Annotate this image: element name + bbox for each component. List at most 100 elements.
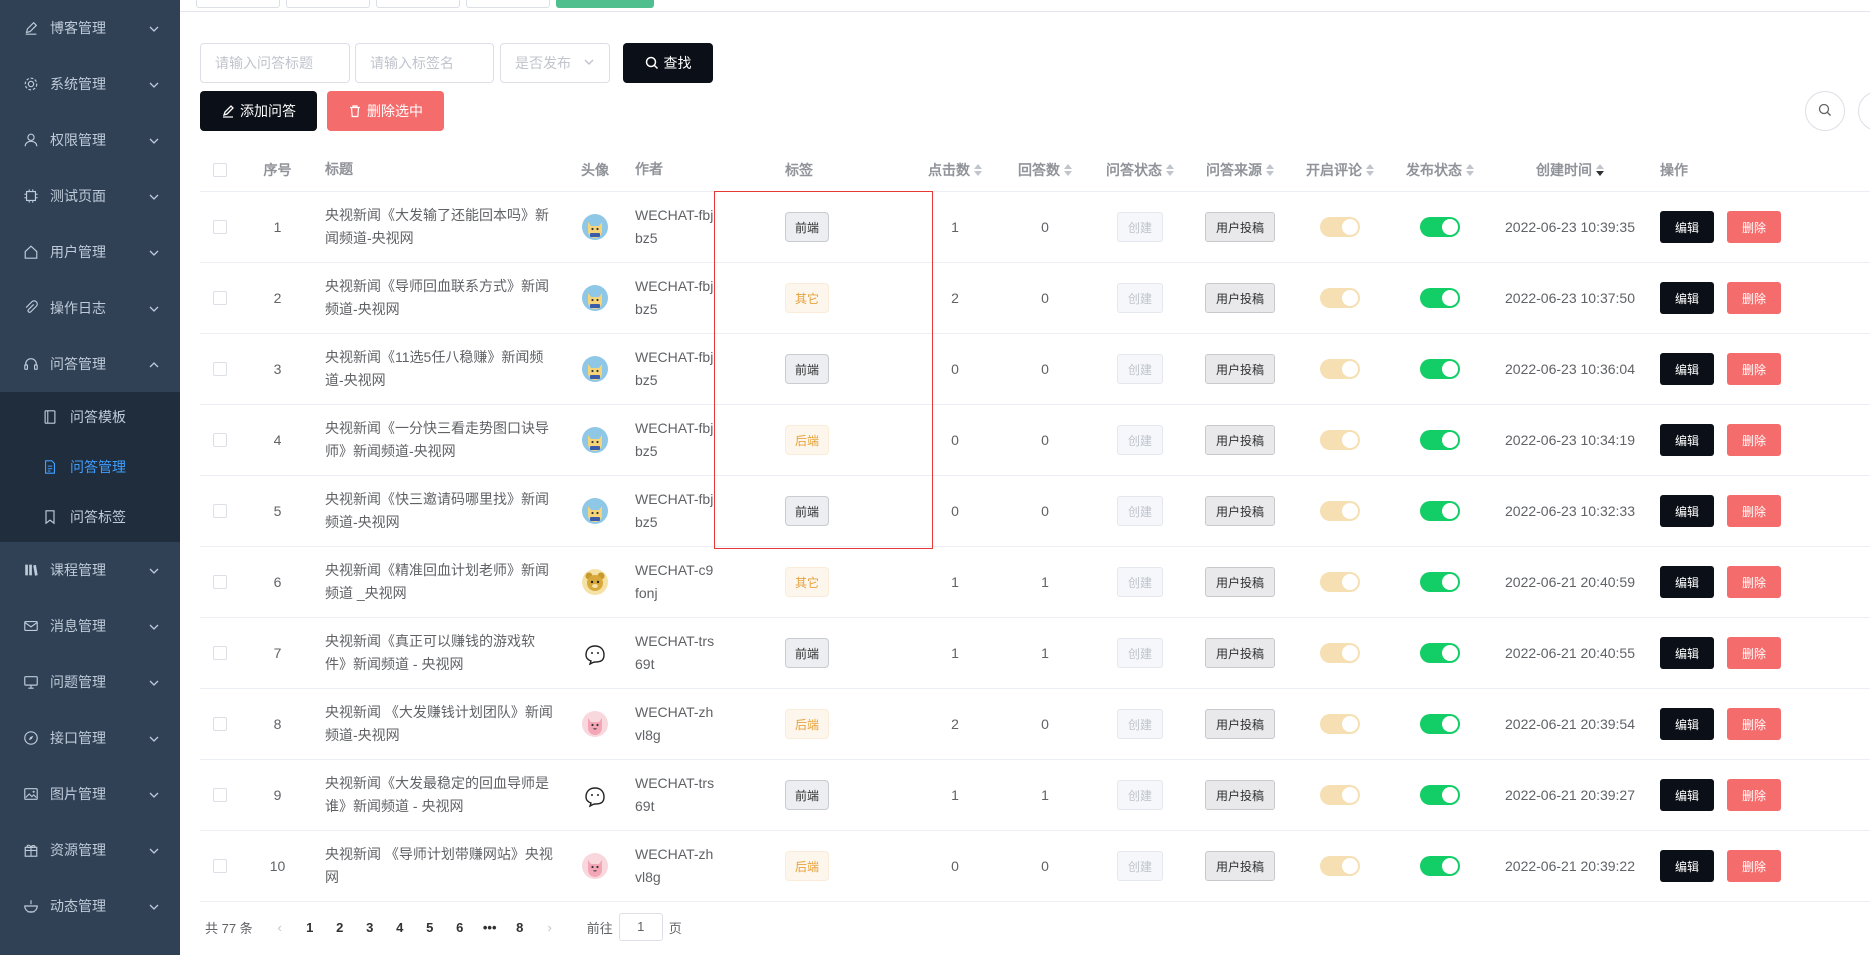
publish-toggle[interactable] [1420, 501, 1460, 521]
header-source[interactable]: 问答来源 [1190, 160, 1290, 180]
publish-toggle[interactable] [1420, 430, 1460, 450]
publish-select[interactable]: 是否发布 [500, 43, 610, 83]
comment-toggle[interactable] [1320, 785, 1360, 805]
delete-button[interactable]: 删除 [1727, 637, 1782, 669]
next-page-button[interactable]: › [535, 920, 565, 935]
comment-toggle[interactable] [1320, 643, 1360, 663]
edit-button[interactable]: 编辑 [1660, 637, 1715, 669]
source-button[interactable]: 用户投稿 [1204, 283, 1275, 313]
top-tab[interactable] [286, 0, 370, 8]
source-button[interactable]: 用户投稿 [1204, 212, 1275, 242]
publish-toggle[interactable] [1420, 217, 1460, 237]
sidebar-item[interactable]: 系统管理 [0, 56, 180, 112]
delete-button[interactable]: 删除 [1727, 850, 1782, 882]
answer-status-button[interactable]: 创建 [1116, 283, 1163, 313]
page-button[interactable]: 8 [505, 920, 535, 935]
header-comment[interactable]: 开启评论 [1290, 160, 1390, 180]
row-checkbox[interactable] [213, 788, 227, 802]
sidebar-item[interactable]: 权限管理 [0, 112, 180, 168]
title-search-input[interactable] [200, 43, 350, 83]
answer-status-button[interactable]: 创建 [1116, 709, 1163, 739]
comment-toggle[interactable] [1320, 714, 1360, 734]
more-pages-button[interactable]: ••• [475, 920, 505, 935]
add-question-button[interactable]: 添加问答 [200, 91, 317, 131]
header-clicks[interactable]: 点击数 [910, 160, 1000, 180]
top-tab-active[interactable] [556, 0, 654, 8]
tag-search-input[interactable] [355, 43, 494, 83]
row-checkbox[interactable] [213, 504, 227, 518]
delete-selected-button[interactable]: 删除选中 [327, 91, 444, 131]
page-button[interactable]: 4 [385, 920, 415, 935]
header-created[interactable]: 创建时间 [1490, 160, 1650, 180]
sidebar-item[interactable]: 博客管理 [0, 0, 180, 56]
select-all-checkbox[interactable] [213, 162, 227, 177]
prev-page-button[interactable]: ‹ [265, 920, 295, 935]
sidebar-item[interactable]: 接口管理 [0, 710, 180, 766]
sort-icon[interactable] [1366, 163, 1374, 176]
header-answers[interactable]: 回答数 [1000, 160, 1090, 180]
sidebar-subitem[interactable]: 问答模板 [0, 392, 180, 442]
source-button[interactable]: 用户投稿 [1204, 567, 1275, 597]
delete-button[interactable]: 删除 [1727, 211, 1782, 243]
source-button[interactable]: 用户投稿 [1204, 354, 1275, 384]
page-button[interactable]: 3 [355, 920, 385, 935]
sidebar-item[interactable]: 问题管理 [0, 654, 180, 710]
sort-icon[interactable] [1266, 163, 1274, 176]
edit-button[interactable]: 编辑 [1660, 779, 1715, 811]
row-checkbox[interactable] [213, 220, 227, 234]
comment-toggle[interactable] [1320, 430, 1360, 450]
refresh-search-button[interactable] [1805, 91, 1845, 131]
page-button[interactable]: 6 [445, 920, 475, 935]
sort-icon[interactable] [1596, 163, 1604, 176]
comment-toggle[interactable] [1320, 501, 1360, 521]
delete-button[interactable]: 删除 [1727, 353, 1782, 385]
sort-icon[interactable] [974, 163, 982, 176]
publish-toggle[interactable] [1420, 359, 1460, 379]
sort-icon[interactable] [1064, 163, 1072, 176]
delete-button[interactable]: 删除 [1727, 282, 1782, 314]
edit-button[interactable]: 编辑 [1660, 708, 1715, 740]
source-button[interactable]: 用户投稿 [1204, 851, 1275, 881]
sidebar-item[interactable]: 图片管理 [0, 766, 180, 822]
edit-button[interactable]: 编辑 [1660, 424, 1715, 456]
page-button[interactable]: 5 [415, 920, 445, 935]
sidebar-subitem[interactable]: 问答标签 [0, 492, 180, 542]
publish-toggle[interactable] [1420, 714, 1460, 734]
row-checkbox[interactable] [213, 575, 227, 589]
row-checkbox[interactable] [213, 859, 227, 873]
sidebar-item[interactable]: 问答管理 [0, 336, 180, 392]
sort-icon[interactable] [1466, 163, 1474, 176]
row-checkbox[interactable] [213, 433, 227, 447]
delete-button[interactable]: 删除 [1727, 495, 1782, 527]
row-checkbox[interactable] [213, 717, 227, 731]
toolbar-toggle-button[interactable] [1858, 91, 1870, 131]
page-button[interactable]: 1 [295, 920, 325, 935]
row-checkbox[interactable] [213, 646, 227, 660]
search-button[interactable]: 查找 [623, 43, 713, 83]
row-checkbox[interactable] [213, 291, 227, 305]
delete-button[interactable]: 删除 [1727, 708, 1782, 740]
source-button[interactable]: 用户投稿 [1204, 425, 1275, 455]
header-publish[interactable]: 发布状态 [1390, 160, 1490, 180]
sidebar-subitem[interactable]: 问答管理 [0, 442, 180, 492]
title-search-field[interactable] [215, 55, 335, 71]
top-tab[interactable] [466, 0, 550, 8]
sidebar-item[interactable]: 消息管理 [0, 598, 180, 654]
sidebar-item[interactable]: 测试页面 [0, 168, 180, 224]
source-button[interactable]: 用户投稿 [1204, 780, 1275, 810]
comment-toggle[interactable] [1320, 288, 1360, 308]
delete-button[interactable]: 删除 [1727, 424, 1782, 456]
answer-status-button[interactable]: 创建 [1116, 638, 1163, 668]
comment-toggle[interactable] [1320, 217, 1360, 237]
delete-button[interactable]: 删除 [1727, 566, 1782, 598]
edit-button[interactable]: 编辑 [1660, 353, 1715, 385]
top-tab[interactable] [376, 0, 460, 8]
publish-toggle[interactable] [1420, 288, 1460, 308]
source-button[interactable]: 用户投稿 [1204, 638, 1275, 668]
goto-page-input[interactable]: 1 [618, 913, 663, 941]
edit-button[interactable]: 编辑 [1660, 566, 1715, 598]
publish-toggle[interactable] [1420, 785, 1460, 805]
answer-status-button[interactable]: 创建 [1116, 212, 1163, 242]
edit-button[interactable]: 编辑 [1660, 495, 1715, 527]
delete-button[interactable]: 删除 [1727, 779, 1782, 811]
